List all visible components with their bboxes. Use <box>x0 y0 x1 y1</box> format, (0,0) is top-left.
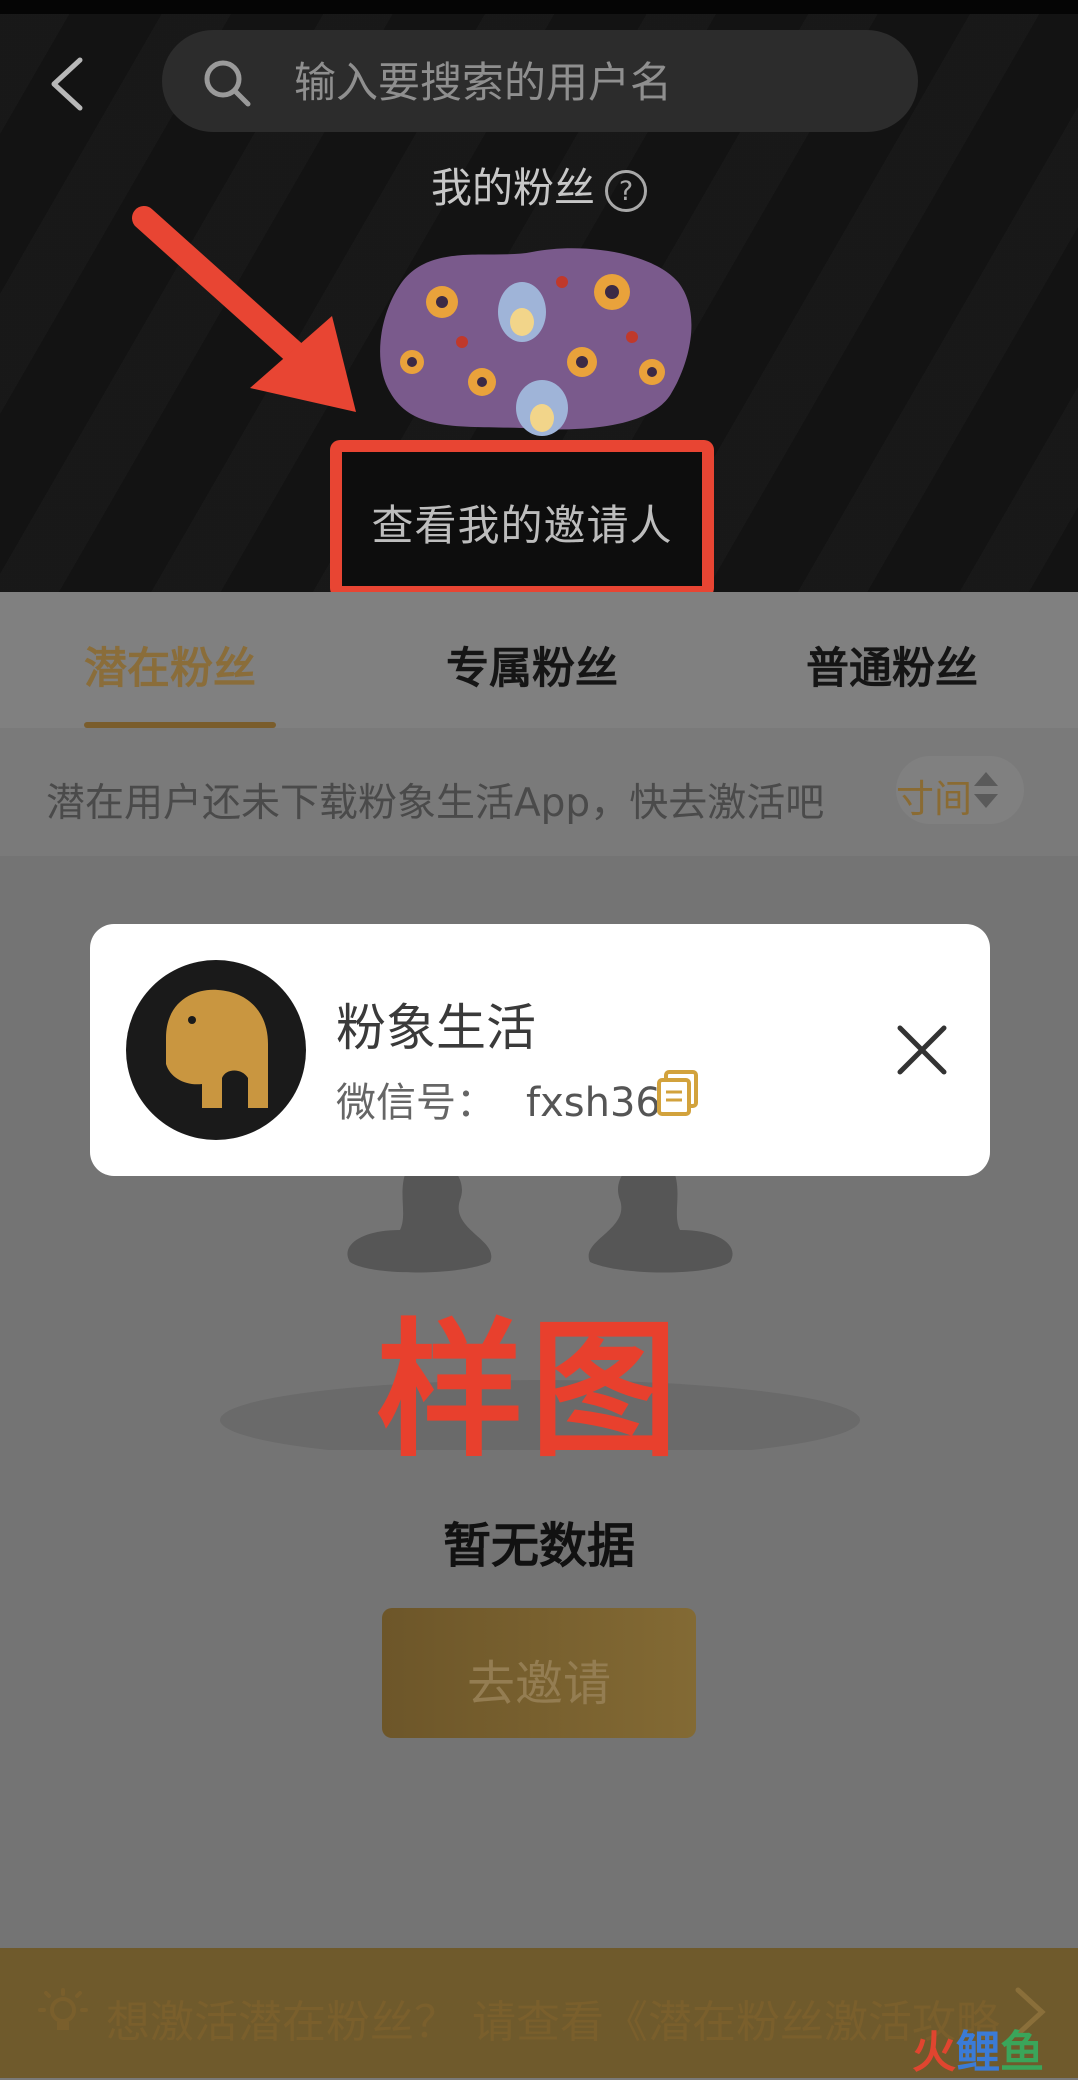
owl-pattern-avatar <box>380 248 692 436</box>
tab-exclusive-fans[interactable]: 专属粉丝 <box>446 634 618 696</box>
page-title-text: 我的粉丝 <box>431 164 595 212</box>
inviter-popup-card: 粉象生活 微信号： fxsh36 <box>90 924 990 1176</box>
sort-arrows-icon <box>974 772 998 808</box>
search-bar[interactable] <box>162 30 918 132</box>
go-invite-button[interactable]: 去邀请 <box>382 1608 696 1738</box>
notice-bar: 潜在用户还未下载粉象生活App，快去激活吧 寸间 <box>0 728 1078 856</box>
red-arrow-annotation <box>132 206 356 412</box>
sort-label: 寸间 <box>896 777 973 821</box>
no-data-message: 暂无数据 <box>442 1518 635 1574</box>
fan-tabs: 潜在粉丝 专属粉丝 普通粉丝 <box>0 592 1078 730</box>
close-icon[interactable] <box>896 1024 948 1076</box>
tab-regular-fans[interactable]: 普通粉丝 <box>806 634 978 696</box>
sample-watermark-text: 样图 <box>376 1305 684 1477</box>
wechat-id-label: 微信号： <box>336 1080 496 1126</box>
copy-icon[interactable] <box>656 1070 700 1116</box>
watermark-char-3: 鱼 <box>1000 2027 1044 2078</box>
header: 我的粉丝? 查看我的邀请人 <box>0 14 1078 592</box>
tab-potential-fans[interactable]: 潜在粉丝 <box>84 634 256 696</box>
watermark-char-2: 鲤 <box>956 2027 1000 2078</box>
popup-account-name: 粉象生活 <box>336 999 536 1057</box>
site-watermark: 火鲤鱼 <box>912 2016 1044 2080</box>
fenxiang-elephant-logo <box>126 960 306 1140</box>
wechat-id-value: fxsh36 <box>526 1080 661 1126</box>
wechat-id-row: 微信号： fxsh36 <box>336 1070 661 1128</box>
watermark-char-1: 火 <box>912 2027 956 2078</box>
status-strip <box>0 0 1078 14</box>
lightbulb-icon <box>38 1988 88 2030</box>
search-icon <box>204 60 251 107</box>
search-input[interactable] <box>292 52 876 112</box>
back-button[interactable] <box>44 54 94 114</box>
help-icon[interactable]: ? <box>605 170 647 212</box>
view-inviter-label: 查看我的邀请人 <box>371 501 673 550</box>
go-invite-label: 去邀请 <box>466 1656 611 1712</box>
view-inviter-button[interactable]: 查看我的邀请人 <box>330 440 714 592</box>
activation-guide-text: 想激活潜在粉丝？ 请查看《潜在粉丝激活攻略 <box>106 1997 1000 2048</box>
chevron-left-icon <box>51 57 83 111</box>
notice-text: 潜在用户还未下载粉象生活App，快去激活吧 <box>46 781 825 826</box>
sort-by-time-button[interactable]: 寸间 <box>896 756 1024 824</box>
